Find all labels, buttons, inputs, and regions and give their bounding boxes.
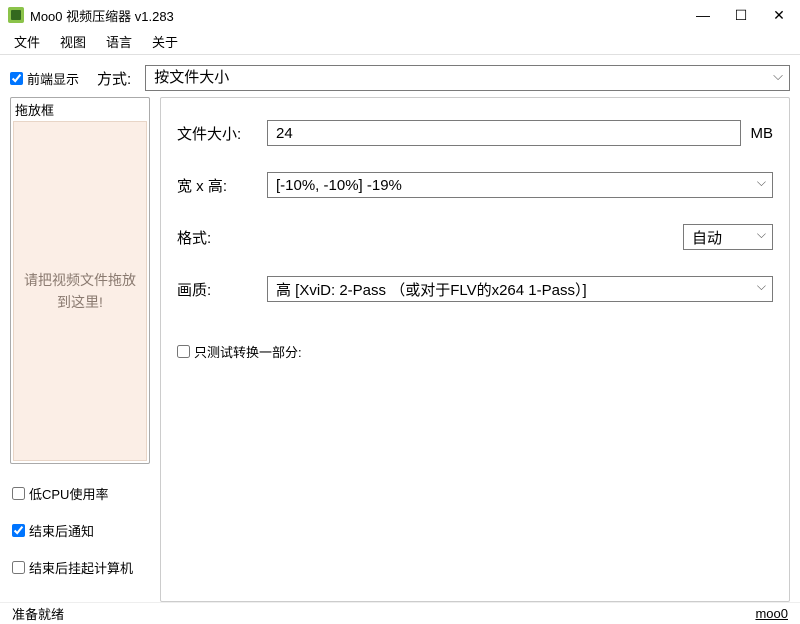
- menu-about[interactable]: 关于: [144, 30, 186, 53]
- quality-label: 画质:: [177, 279, 267, 300]
- top-row: 前端显示 方式: 按文件大小: [0, 55, 800, 97]
- test-convert-checkbox[interactable]: 只测试转换一部分:: [177, 342, 302, 361]
- left-column: 拖放框 请把视频文件拖放到这里! 低CPU使用率 结束后通知 结束后挂起计算机: [10, 97, 150, 602]
- window-title: Moo0 视频压缩器 v1.283: [30, 6, 684, 25]
- front-display-checkbox[interactable]: 前端显示: [10, 69, 79, 88]
- front-display-input[interactable]: [10, 72, 23, 85]
- app-icon: [8, 7, 24, 23]
- method-select[interactable]: 按文件大小: [145, 65, 790, 91]
- left-checks: 低CPU使用率 结束后通知 结束后挂起计算机: [10, 474, 150, 587]
- statusbar: 准备就绪 moo0: [0, 602, 800, 624]
- dropbox-frame: 拖放框 请把视频文件拖放到这里!: [10, 97, 150, 464]
- quality-field: 画质: 高 [XviD: 2-Pass （或对于FLV的x264 1-Pass）…: [177, 276, 773, 302]
- test-convert-input[interactable]: [177, 345, 190, 358]
- front-display-label: 前端显示: [27, 69, 79, 88]
- notify-done-label: 结束后通知: [29, 521, 94, 540]
- dimensions-select[interactable]: [-10%, -10%] -19%: [267, 172, 773, 198]
- notify-done-input[interactable]: [12, 524, 25, 537]
- notify-done-checkbox[interactable]: 结束后通知: [12, 521, 148, 540]
- body: 拖放框 请把视频文件拖放到这里! 低CPU使用率 结束后通知 结束后挂起计算机 …: [0, 97, 800, 602]
- close-button[interactable]: ✕: [760, 1, 798, 29]
- test-field: 只测试转换一部分:: [177, 342, 773, 361]
- method-value: 按文件大小: [154, 69, 229, 86]
- dimensions-value: [-10%, -10%] -19%: [276, 177, 402, 194]
- quality-value: 高 [XviD: 2-Pass （或对于FLV的x264 1-Pass）]: [276, 279, 587, 300]
- dimensions-field: 宽 x 高: [-10%, -10%] -19%: [177, 172, 773, 198]
- filesize-unit: MB: [751, 125, 774, 142]
- format-select[interactable]: 自动: [683, 224, 773, 250]
- low-cpu-checkbox[interactable]: 低CPU使用率: [12, 484, 148, 503]
- moo0-link[interactable]: moo0: [755, 606, 788, 621]
- format-value: 自动: [692, 227, 722, 248]
- filesize-field: 文件大小: MB: [177, 120, 773, 146]
- dropbox-hint: 请把视频文件拖放到这里!: [22, 269, 138, 314]
- format-field: 格式: 自动: [177, 224, 773, 250]
- status-text: 准备就绪: [12, 604, 64, 623]
- settings-panel: 文件大小: MB 宽 x 高: [-10%, -10%] -19% 格式: 自动…: [160, 97, 790, 602]
- filesize-label: 文件大小:: [177, 123, 267, 144]
- low-cpu-input[interactable]: [12, 487, 25, 500]
- menu-language[interactable]: 语言: [98, 30, 140, 53]
- format-label: 格式:: [177, 227, 267, 248]
- method-label: 方式:: [97, 68, 131, 89]
- test-convert-label: 只测试转换一部分:: [194, 342, 302, 361]
- menu-file[interactable]: 文件: [6, 30, 48, 53]
- quality-select[interactable]: 高 [XviD: 2-Pass （或对于FLV的x264 1-Pass）]: [267, 276, 773, 302]
- minimize-button[interactable]: —: [684, 1, 722, 29]
- low-cpu-label: 低CPU使用率: [29, 484, 108, 503]
- dropbox-title: 拖放框: [13, 100, 147, 119]
- suspend-done-input[interactable]: [12, 561, 25, 574]
- menubar: 文件 视图 语言 关于: [0, 30, 800, 54]
- menu-view[interactable]: 视图: [52, 30, 94, 53]
- dimensions-label: 宽 x 高:: [177, 175, 267, 196]
- maximize-button[interactable]: ☐: [722, 1, 760, 29]
- filesize-input[interactable]: [267, 120, 741, 146]
- suspend-done-checkbox[interactable]: 结束后挂起计算机: [12, 558, 148, 577]
- dropbox-area[interactable]: 请把视频文件拖放到这里!: [13, 121, 147, 461]
- titlebar: Moo0 视频压缩器 v1.283 — ☐ ✕: [0, 0, 800, 30]
- suspend-done-label: 结束后挂起计算机: [29, 558, 133, 577]
